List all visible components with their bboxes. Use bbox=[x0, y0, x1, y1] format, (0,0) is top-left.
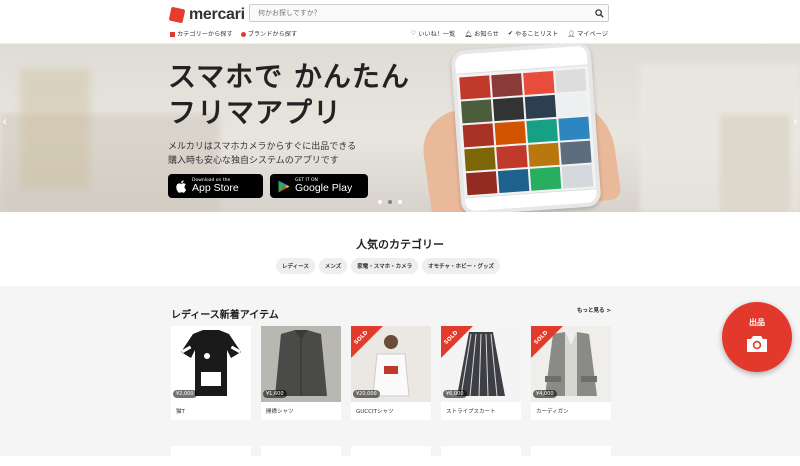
category-icon bbox=[170, 31, 175, 37]
bg-shape bbox=[720, 114, 790, 212]
todo-label: やることリスト bbox=[515, 31, 559, 38]
likes-label: いいね！一覧 bbox=[418, 31, 456, 38]
sell-button[interactable]: 出品 bbox=[722, 302, 792, 372]
app-store-label: App Store bbox=[192, 182, 239, 194]
search-icon bbox=[594, 8, 604, 18]
item-name: GUCCITシャツ bbox=[356, 409, 394, 415]
item-price: ¥20,000 bbox=[353, 390, 380, 398]
hero-subtext-1: メルカリはスマホカメラからすぐに出品できる bbox=[168, 142, 357, 152]
hero-headline-2: フリマアプリ bbox=[168, 96, 343, 129]
phone-item-grid bbox=[456, 66, 596, 199]
carousel-dot[interactable] bbox=[378, 200, 382, 204]
carousel-dots bbox=[378, 200, 402, 204]
hero-headline-1: スマホで かんたん bbox=[168, 60, 410, 93]
item-card[interactable]: ¥1,600 開襟シャツ bbox=[261, 326, 341, 420]
item-price: ¥6,000 bbox=[443, 390, 467, 398]
sell-button-label: 出品 bbox=[749, 318, 765, 327]
category-pills: レディース メンズ 家電・スマホ・カメラ オモチャ・ホビー・グッズ bbox=[276, 258, 501, 274]
header: mercari カテゴリーから探す ブランドから探す ♡いいね！一覧 🔔︎お知ら… bbox=[0, 0, 800, 44]
brand-icon bbox=[240, 31, 246, 37]
carousel-dot[interactable] bbox=[398, 200, 402, 204]
mercari-cube-icon bbox=[168, 6, 186, 24]
item-card-partial[interactable] bbox=[261, 446, 341, 466]
item-card[interactable]: SOLD ¥4,000 カーディガン bbox=[531, 326, 611, 420]
category-pill-electronics[interactable]: 家電・スマホ・カメラ bbox=[351, 258, 419, 274]
carousel-dot-active[interactable] bbox=[388, 200, 392, 204]
apple-icon bbox=[176, 179, 187, 193]
phone-mockup bbox=[450, 44, 602, 212]
item-price: ¥1,600 bbox=[263, 390, 287, 398]
app-store-button[interactable]: Download on the App Store bbox=[168, 174, 263, 198]
notifications-link[interactable]: 🔔︎ お知らせ bbox=[464, 29, 499, 39]
hero-subtext-2: 購入時も安心な独自システムのアプリです bbox=[168, 156, 339, 166]
mypage-label: マイページ bbox=[577, 31, 608, 38]
bell-icon: 🔔︎ bbox=[464, 30, 473, 38]
item-card-partial[interactable] bbox=[351, 446, 431, 466]
search-bar bbox=[249, 4, 609, 22]
see-more-link[interactable]: もっと見る > bbox=[577, 306, 611, 314]
item-card[interactable]: ¥2,000 猫T bbox=[171, 326, 251, 420]
brand-search-link[interactable]: ブランドから探す bbox=[240, 29, 298, 38]
likes-link[interactable]: ♡ いいね！一覧 bbox=[411, 29, 456, 38]
mercari-logo[interactable]: mercari bbox=[168, 6, 245, 24]
item-card[interactable]: SOLD ¥20,000 GUCCITシャツ bbox=[351, 326, 431, 420]
camera-icon bbox=[747, 336, 767, 352]
item-card-partial[interactable] bbox=[171, 446, 251, 466]
google-play-button[interactable]: GET IT ON Google Play bbox=[270, 174, 368, 198]
user-icon: 👤︎ bbox=[567, 30, 576, 38]
category-pill-ladies[interactable]: レディース bbox=[276, 258, 315, 274]
category-pill-toys[interactable]: オモチャ・ホビー・グッズ bbox=[422, 258, 501, 274]
item-price: ¥4,000 bbox=[533, 390, 557, 398]
hero-banner[interactable]: ‹ › スマホで かんたん フリマアプリ メルカリはスマホカメラからすぐに出品で… bbox=[0, 44, 800, 212]
google-play-label: Google Play bbox=[295, 182, 353, 194]
prev-slide-arrow[interactable]: ‹ bbox=[2, 114, 8, 130]
brand-search-label: ブランドから探す bbox=[247, 31, 298, 38]
ladies-new-items: レディース新着アイテム もっと見る > ¥2,000 猫T ¥1,600 開襟シ… bbox=[0, 286, 800, 466]
category-pill-mens[interactable]: メンズ bbox=[318, 258, 348, 274]
categories-title: 人気のカテゴリー bbox=[356, 238, 444, 251]
mypage-link[interactable]: 👤︎ マイページ bbox=[567, 29, 608, 39]
nav-left: カテゴリーから探す ブランドから探す bbox=[170, 29, 297, 38]
item-name: 猫T bbox=[176, 409, 185, 415]
bg-shape bbox=[20, 69, 90, 189]
search-button[interactable] bbox=[590, 5, 608, 21]
check-icon: ✔ bbox=[507, 30, 513, 37]
logo-text: mercari bbox=[189, 6, 245, 23]
search-input[interactable] bbox=[258, 9, 590, 17]
item-name: ストライプスカート bbox=[446, 409, 496, 415]
next-slide-arrow[interactable]: › bbox=[792, 114, 798, 130]
section-title: レディース新着アイテム bbox=[171, 310, 279, 321]
notifications-label: お知らせ bbox=[474, 31, 499, 38]
heart-icon: ♡ bbox=[410, 30, 417, 37]
nav-right: ♡ いいね！一覧 🔔︎ お知らせ ✔ やることリスト 👤︎ マイページ bbox=[411, 29, 608, 38]
item-price: ¥2,000 bbox=[173, 390, 197, 398]
popular-categories: 人気のカテゴリー レディース メンズ 家電・スマホ・カメラ オモチャ・ホビー・グ… bbox=[0, 212, 800, 286]
item-name: 開襟シャツ bbox=[266, 409, 294, 415]
item-name: カーディガン bbox=[536, 409, 569, 415]
category-search-link[interactable]: カテゴリーから探す bbox=[170, 29, 233, 38]
item-card[interactable]: SOLD ¥6,000 ストライプスカート bbox=[441, 326, 521, 420]
item-card-partial[interactable] bbox=[531, 446, 611, 466]
todo-link[interactable]: ✔ やることリスト bbox=[508, 29, 559, 38]
category-search-label: カテゴリーから探す bbox=[177, 31, 233, 38]
google-play-icon bbox=[278, 180, 290, 192]
item-card-partial[interactable] bbox=[441, 446, 521, 466]
